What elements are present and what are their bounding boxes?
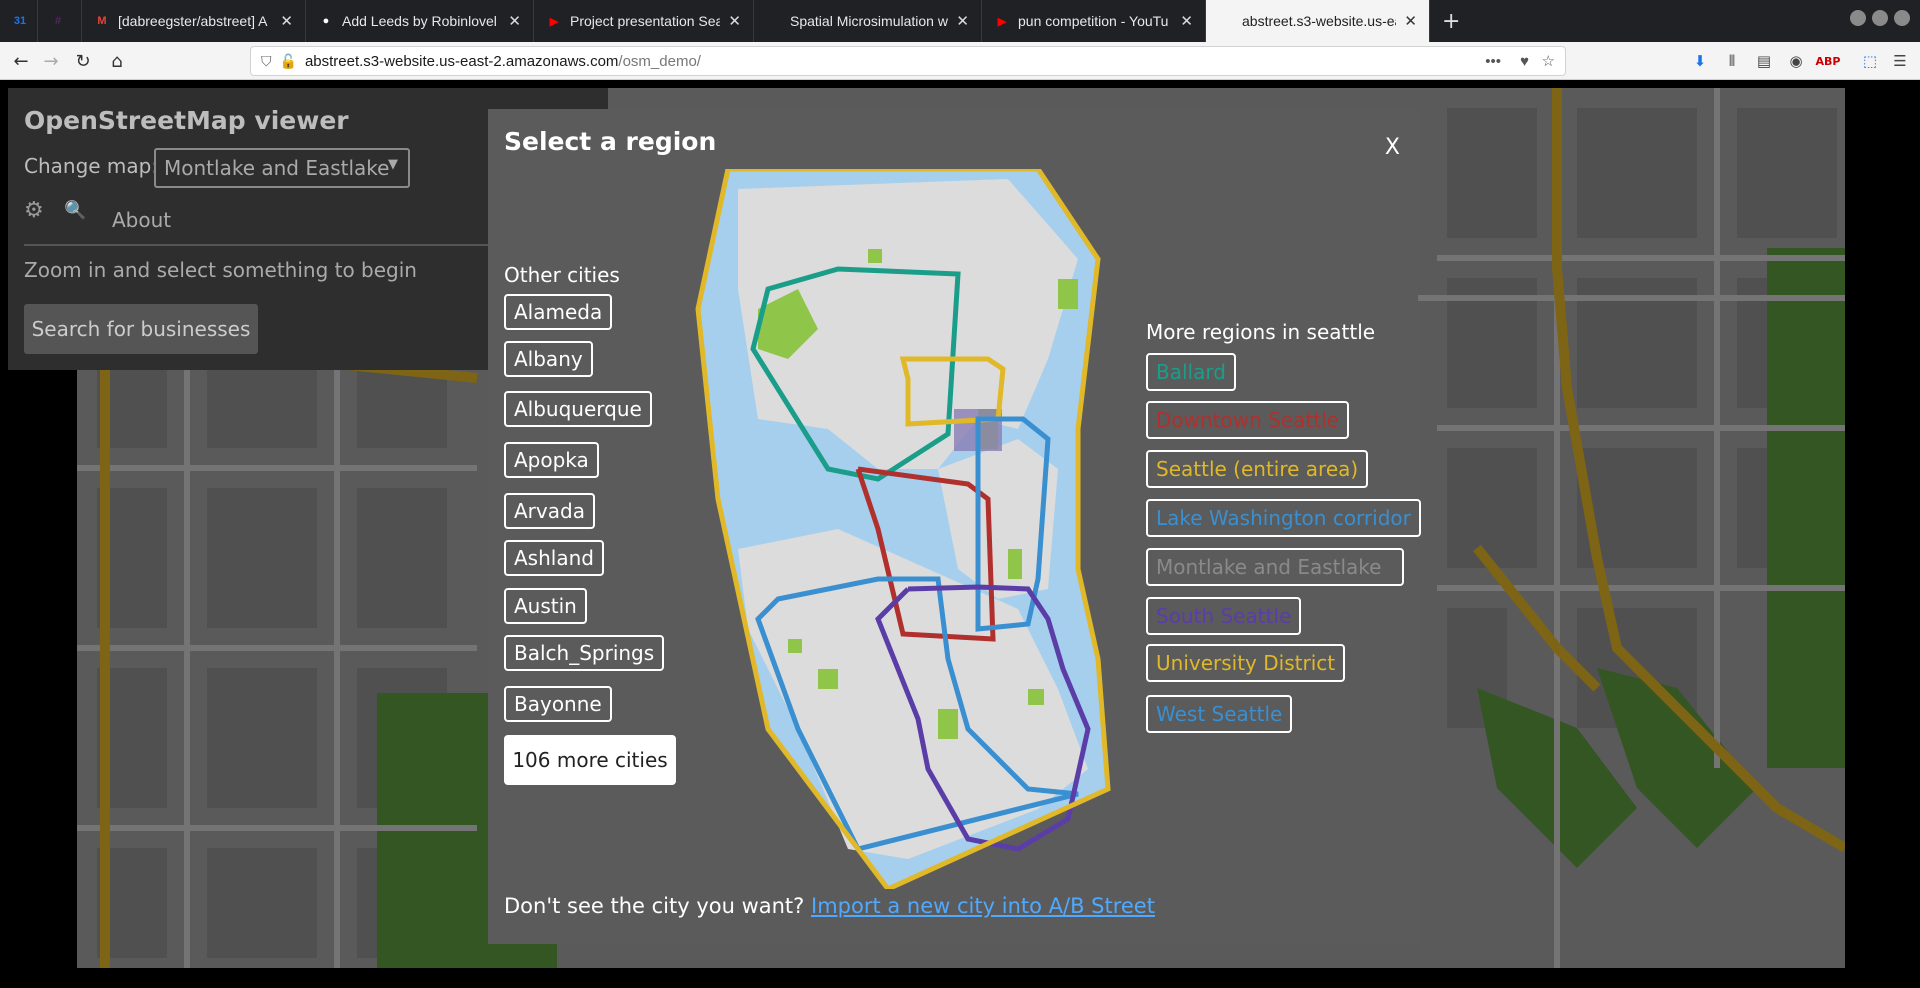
region-button-south-seattle[interactable]: South Seattle: [1146, 597, 1302, 635]
modal-footer: Don't see the city you want? Import a ne…: [504, 894, 1155, 918]
youtube-icon: ▶: [549, 15, 559, 28]
slack-icon: #: [54, 15, 62, 27]
youtube-icon: ▶: [997, 15, 1007, 28]
reload-icon[interactable]: ↻: [70, 48, 96, 74]
city-button[interactable]: Arvada: [504, 493, 595, 529]
city-button[interactable]: Apopka: [504, 442, 599, 478]
region-button-university-district[interactable]: University District: [1146, 644, 1346, 682]
page-icon: [1218, 13, 1234, 29]
document-icon: [766, 13, 782, 29]
menu-icon[interactable]: ☰: [1890, 51, 1910, 71]
insecure-lock-icon: 🔓: [279, 52, 297, 69]
tab-title: Spatial Microsimulation with: [790, 13, 949, 29]
city-button[interactable]: Balch_Springs: [504, 635, 665, 671]
library-icon[interactable]: ⫴: [1722, 51, 1742, 71]
city-button[interactable]: Austin: [504, 588, 587, 624]
import-city-link[interactable]: Import a new city into A/B Street: [811, 894, 1155, 918]
regions-title: More regions in seattle: [1146, 320, 1376, 344]
region-button-montlake-and-eastlake[interactable]: Montlake and Eastlake: [1146, 548, 1404, 586]
search-icon[interactable]: 🔍: [64, 200, 86, 221]
footer-text: Don't see the city you want?: [504, 894, 805, 918]
current-map-value: Montlake and Eastlake: [164, 156, 390, 180]
chevron-down-icon: ▼: [388, 157, 398, 172]
close-tab-icon[interactable]: ✕: [280, 12, 293, 30]
minimize-icon[interactable]: [1850, 10, 1866, 26]
page-content: OpenStreetMap viewer Change map: Montlak…: [0, 80, 1920, 988]
seattle-region-map[interactable]: [678, 169, 1138, 889]
change-map-dropdown[interactable]: Montlake and Eastlake ▼: [154, 148, 410, 188]
browser-tab[interactable]: 31: [0, 0, 38, 42]
adblock-icon[interactable]: ABP: [1816, 51, 1841, 71]
page-actions-icon[interactable]: •••: [1485, 53, 1501, 70]
city-button[interactable]: Ashland: [504, 540, 604, 576]
browser-tab-bar: 31 # M [dabreegster/abstreet] A ✕ ● Add Leeds …: [0, 0, 1920, 42]
url-host: abstreet.s3-website.us-east-2.amazonaws.…: [304, 52, 619, 70]
modal-title: Select a region: [504, 127, 717, 156]
maximize-icon[interactable]: [1872, 10, 1888, 26]
browser-tab[interactable]: ▶ Project presentation Sea ✕: [534, 0, 754, 42]
gear-icon[interactable]: ⚙: [24, 198, 44, 223]
close-tab-icon[interactable]: ✕: [728, 12, 741, 30]
github-icon: ●: [322, 15, 330, 27]
window-controls: [1850, 10, 1910, 26]
close-tab-icon[interactable]: ✕: [1180, 12, 1193, 30]
region-button-seattle-entire-area[interactable]: Seattle (entire area): [1146, 450, 1369, 488]
account-icon[interactable]: ◉: [1786, 51, 1806, 71]
city-button[interactable]: Albany: [504, 341, 593, 377]
tab-title: pun competition - YouTu: [1018, 13, 1169, 29]
region-button-west-seattle[interactable]: West Seattle: [1146, 695, 1293, 733]
bookmark-star-icon[interactable]: ☆: [1542, 52, 1555, 70]
back-icon[interactable]: ←: [8, 48, 34, 74]
panel-title: OpenStreetMap viewer: [24, 106, 349, 135]
browser-tab[interactable]: ▶ pun competition - YouTu ✕: [982, 0, 1206, 42]
close-window-icon[interactable]: [1894, 10, 1910, 26]
forward-icon[interactable]: →: [38, 48, 64, 74]
search-businesses-button[interactable]: Search for businesses: [24, 304, 258, 354]
tab-title: Project presentation Sea: [570, 13, 721, 29]
region-button-ballard[interactable]: Ballard: [1146, 353, 1236, 391]
hint-text: Zoom in and select something to begin: [24, 258, 417, 282]
calendar-icon: 31: [13, 15, 27, 27]
region-button-downtown-seattle[interactable]: Downtown Seattle: [1146, 401, 1349, 439]
close-tab-icon[interactable]: ✕: [956, 12, 969, 30]
browser-tab[interactable]: abstreet.s3-website.us-east ✕: [1206, 0, 1430, 42]
home-icon[interactable]: ⌂: [104, 48, 130, 74]
download-icon[interactable]: ⬇: [1690, 51, 1710, 71]
city-button[interactable]: Alameda: [504, 294, 613, 330]
browser-tab[interactable]: ● Add Leeds by Robinlovel ✕: [306, 0, 534, 42]
other-cities-title: Other cities: [504, 263, 620, 287]
tab-title: [dabreegster/abstreet] A: [118, 13, 268, 29]
pocket-icon[interactable]: ♥: [1520, 53, 1529, 70]
tab-title: Add Leeds by Robinlovel: [342, 13, 497, 29]
browser-tab[interactable]: M [dabreegster/abstreet] A ✕: [82, 0, 306, 42]
close-tab-icon[interactable]: ✕: [508, 12, 521, 30]
more-cities-button[interactable]: 106 more cities: [504, 735, 676, 785]
browser-nav-bar: ← → ↻ ⌂ ⛉ 🔓 abstreet.s3-website.us-east-…: [0, 42, 1920, 80]
sidebar-icon[interactable]: ▤: [1754, 51, 1774, 71]
city-button[interactable]: Albuquerque: [504, 391, 652, 427]
url-path: /osm_demo/: [618, 52, 701, 70]
city-button[interactable]: Bayonne: [504, 686, 612, 722]
change-map-label: Change map:: [24, 154, 159, 178]
gmail-icon: M: [97, 15, 107, 27]
about-link[interactable]: About: [112, 208, 171, 232]
url-bar[interactable]: ⛉ 🔓 abstreet.s3-website.us-east-2.amazon…: [250, 46, 1566, 76]
select-region-modal: Select a region X Other cities Alameda A…: [488, 109, 1421, 944]
tab-title: abstreet.s3-website.us-east: [1242, 13, 1397, 29]
browser-tab[interactable]: Spatial Microsimulation with ✕: [754, 0, 982, 42]
extensions-icon[interactable]: ⬚: [1860, 51, 1880, 71]
region-button-lake-washington-corridor[interactable]: Lake Washington corridor: [1146, 499, 1421, 537]
close-button[interactable]: X: [1385, 135, 1400, 160]
new-tab-icon[interactable]: +: [1430, 0, 1472, 42]
shield-icon: ⛉: [261, 52, 272, 69]
browser-tab[interactable]: #: [38, 0, 82, 42]
close-tab-icon[interactable]: ✕: [1404, 12, 1417, 30]
